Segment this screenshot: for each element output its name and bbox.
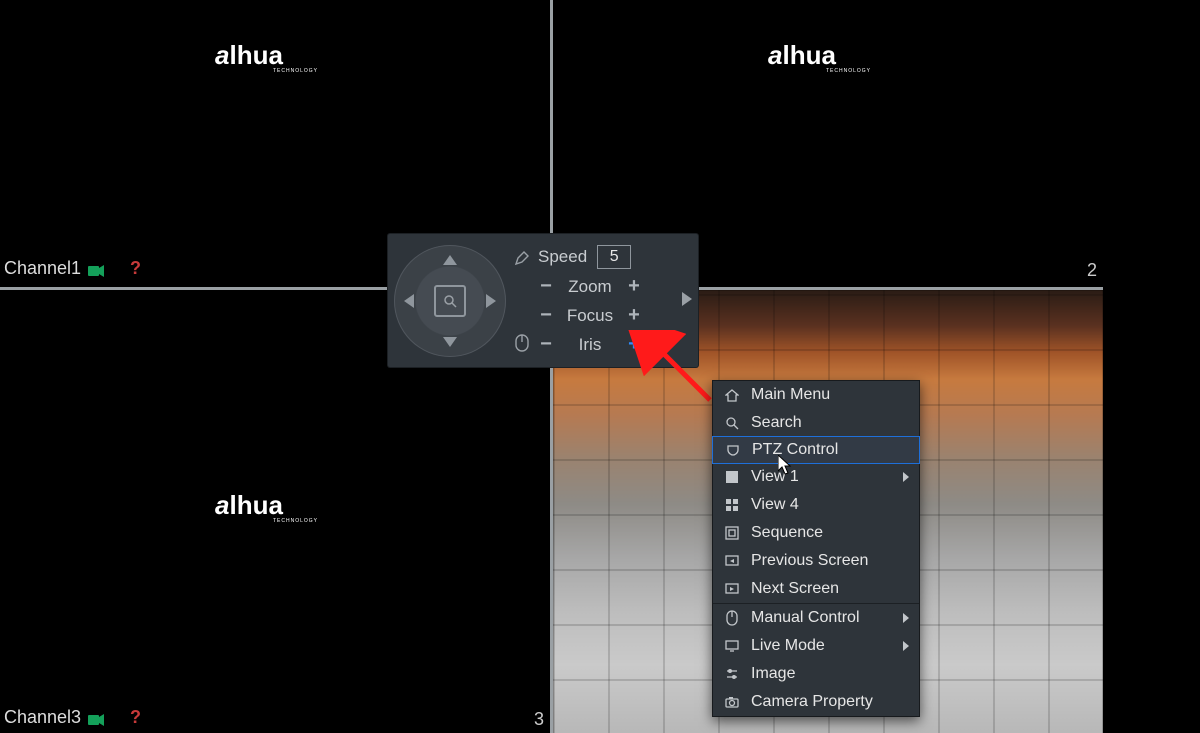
menu-search[interactable]: Search [713, 409, 919, 437]
ptz-down-button[interactable] [443, 337, 457, 347]
menu-live-mode[interactable]: Live Mode [713, 632, 919, 660]
status-unknown-icon: ? [130, 258, 141, 279]
zoom-plus-button[interactable]: + [626, 275, 642, 298]
channel-number: 2 [1087, 260, 1097, 281]
menu-label: Camera Property [751, 693, 873, 711]
menu-label: View 4 [751, 496, 799, 514]
menu-label: Live Mode [751, 637, 825, 655]
menu-view-1[interactable]: View 1 [713, 463, 919, 491]
channel-number: 3 [534, 709, 544, 730]
context-menu: Main Menu Search PTZ Control View 1 View… [712, 380, 920, 717]
previous-screen-icon [723, 554, 741, 568]
menu-label: Search [751, 414, 802, 432]
brand-logo: alhua TECHNOLOGY [215, 490, 335, 524]
ptz-right-button[interactable] [486, 294, 496, 308]
menu-label: Main Menu [751, 386, 830, 404]
svg-text:TECHNOLOGY: TECHNOLOGY [826, 68, 871, 74]
brand-logo: alhua TECHNOLOGY [768, 40, 888, 74]
focus-minus-button[interactable]: − [538, 304, 554, 327]
menu-previous-screen[interactable]: Previous Screen [713, 547, 919, 575]
svg-text:TECHNOLOGY: TECHNOLOGY [273, 68, 318, 74]
menu-label: Image [751, 665, 795, 683]
iris-minus-button[interactable]: − [538, 333, 554, 356]
mouse-icon[interactable] [515, 334, 529, 356]
camera-icon [88, 265, 104, 277]
menu-sequence[interactable]: Sequence [713, 519, 919, 547]
menu-label: PTZ Control [752, 441, 838, 459]
submenu-arrow-icon [903, 641, 909, 651]
right-blank-area [1103, 0, 1200, 733]
menu-manual-control[interactable]: Manual Control [713, 604, 919, 632]
speed-input[interactable] [597, 245, 631, 269]
monitor-icon [723, 639, 741, 653]
menu-label: Previous Screen [751, 552, 868, 570]
submenu-arrow-icon [903, 613, 909, 623]
zoom-label: Zoom [564, 277, 616, 297]
iris-label: Iris [564, 335, 616, 355]
zoom-minus-button[interactable]: − [538, 275, 554, 298]
menu-image[interactable]: Image [713, 660, 919, 688]
menu-view-4[interactable]: View 4 [713, 491, 919, 519]
focus-plus-button[interactable]: + [626, 304, 642, 327]
svg-text:alhua: alhua [215, 40, 283, 70]
menu-main-menu[interactable]: Main Menu [713, 381, 919, 409]
mouse-icon [723, 610, 741, 626]
ptz-left-button[interactable] [404, 294, 414, 308]
svg-text:TECHNOLOGY: TECHNOLOGY [273, 518, 318, 524]
search-icon [723, 416, 741, 430]
pencil-icon[interactable] [514, 250, 530, 270]
ptz-expand-button[interactable] [682, 292, 692, 310]
menu-next-screen[interactable]: Next Screen [713, 575, 919, 603]
ptz-up-button[interactable] [443, 255, 457, 265]
channel-label: Channel1 [4, 258, 81, 279]
menu-label: Sequence [751, 524, 823, 542]
camera-icon [88, 714, 104, 726]
svg-text:alhua: alhua [768, 40, 836, 70]
speed-label: Speed [538, 247, 587, 267]
ptz-icon [724, 443, 742, 457]
ptz-panel: Speed − Zoom + − Focus + − Iris + [388, 234, 698, 367]
focus-label: Focus [564, 306, 616, 326]
view1-icon [723, 470, 741, 484]
home-icon [723, 388, 741, 402]
sequence-icon [723, 526, 741, 540]
status-unknown-icon: ? [130, 707, 141, 728]
channel-label: Channel3 [4, 707, 81, 728]
menu-ptz-control[interactable]: PTZ Control [712, 436, 920, 464]
svg-text:alhua: alhua [215, 490, 283, 520]
menu-label: Manual Control [751, 609, 860, 627]
ptz-dpad [394, 245, 506, 357]
menu-label: View 1 [751, 468, 799, 486]
iris-plus-button[interactable]: + [626, 333, 642, 356]
view4-icon [723, 498, 741, 512]
submenu-arrow-icon [903, 472, 909, 482]
magnify-icon [443, 294, 457, 308]
sliders-icon [723, 667, 741, 681]
camera-property-icon [723, 695, 741, 709]
ptz-center-button[interactable] [434, 285, 466, 317]
brand-logo: alhua TECHNOLOGY [215, 40, 335, 74]
menu-label: Next Screen [751, 580, 839, 598]
next-screen-icon [723, 582, 741, 596]
menu-camera-property[interactable]: Camera Property [713, 688, 919, 716]
